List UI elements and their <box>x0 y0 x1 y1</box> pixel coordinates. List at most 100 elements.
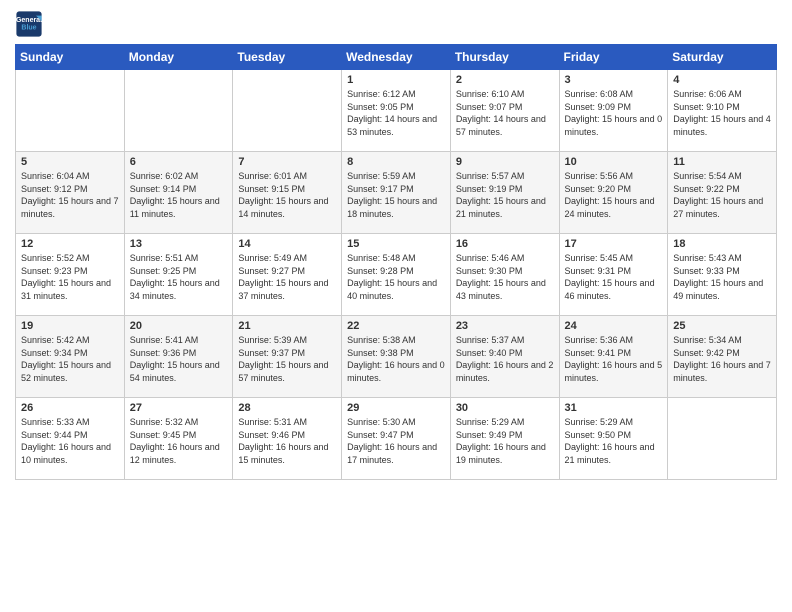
calendar-week-2: 12 Sunrise: 5:52 AMSunset: 9:23 PMDayligh… <box>16 234 777 316</box>
day-number: 7 <box>238 156 336 168</box>
calendar-cell: 28 Sunrise: 5:31 AMSunset: 9:46 PMDayligh… <box>233 398 342 480</box>
calendar-cell: 7 Sunrise: 6:01 AMSunset: 9:15 PMDaylight… <box>233 152 342 234</box>
day-info: Sunrise: 5:46 AMSunset: 9:30 PMDaylight:… <box>456 252 554 302</box>
calendar-cell: 10Sunrise: 5:56 AMSunset: 9:20 PMDayligh… <box>559 152 668 234</box>
calendar-header-row: SundayMondayTuesdayWednesdayThursdayFrid… <box>16 45 777 70</box>
logo: General Blue <box>15 10 47 38</box>
day-number: 14 <box>238 238 336 250</box>
day-number: 3 <box>565 74 663 86</box>
svg-text:General: General <box>16 17 42 24</box>
day-number: 26 <box>21 402 119 414</box>
calendar-cell: 8 Sunrise: 5:59 AMSunset: 9:17 PMDaylight… <box>342 152 451 234</box>
day-number: 2 <box>456 74 554 86</box>
day-info: Sunrise: 6:01 AMSunset: 9:15 PMDaylight:… <box>238 170 336 220</box>
day-info: Sunrise: 5:33 AMSunset: 9:44 PMDaylight:… <box>21 416 119 466</box>
calendar-week-4: 26 Sunrise: 5:33 AMSunset: 9:44 PMDayligh… <box>16 398 777 480</box>
calendar-cell: 3 Sunrise: 6:08 AMSunset: 9:09 PMDaylight… <box>559 70 668 152</box>
calendar-cell: 22Sunrise: 5:38 AMSunset: 9:38 PMDayligh… <box>342 316 451 398</box>
day-info: Sunrise: 5:29 AMSunset: 9:50 PMDaylight:… <box>565 416 663 466</box>
calendar-cell: 1 Sunrise: 6:12 AMSunset: 9:05 PMDaylight… <box>342 70 451 152</box>
page-header: General Blue <box>15 10 777 38</box>
calendar-cell: 24 Sunrise: 5:36 AMSunset: 9:41 PMDayligh… <box>559 316 668 398</box>
calendar-cell <box>668 398 777 480</box>
day-number: 8 <box>347 156 445 168</box>
header-tuesday: Tuesday <box>233 45 342 70</box>
day-number: 30 <box>456 402 554 414</box>
calendar-cell: 9 Sunrise: 5:57 AMSunset: 9:19 PMDaylight… <box>450 152 559 234</box>
day-number: 1 <box>347 74 445 86</box>
calendar-cell: 18 Sunrise: 5:43 AMSunset: 9:33 PMDayligh… <box>668 234 777 316</box>
day-info: Sunrise: 5:59 AMSunset: 9:17 PMDaylight:… <box>347 170 445 220</box>
calendar-cell: 16 Sunrise: 5:46 AMSunset: 9:30 PMDayligh… <box>450 234 559 316</box>
day-number: 20 <box>130 320 228 332</box>
day-info: Sunrise: 6:06 AMSunset: 9:10 PMDaylight:… <box>673 88 771 138</box>
calendar-cell: 29 Sunrise: 5:30 AMSunset: 9:47 PMDayligh… <box>342 398 451 480</box>
header-friday: Friday <box>559 45 668 70</box>
calendar-week-1: 5Sunrise: 6:04 AMSunset: 9:12 PMDaylight… <box>16 152 777 234</box>
day-info: Sunrise: 5:51 AMSunset: 9:25 PMDaylight:… <box>130 252 228 302</box>
day-number: 5 <box>21 156 119 168</box>
day-info: Sunrise: 5:38 AMSunset: 9:38 PMDaylight:… <box>347 334 445 384</box>
header-monday: Monday <box>124 45 233 70</box>
day-info: Sunrise: 5:56 AMSunset: 9:20 PMDaylight:… <box>565 170 663 220</box>
day-number: 12 <box>21 238 119 250</box>
calendar-cell: 27Sunrise: 5:32 AMSunset: 9:45 PMDayligh… <box>124 398 233 480</box>
calendar-cell <box>124 70 233 152</box>
calendar-cell: 20 Sunrise: 5:41 AMSunset: 9:36 PMDayligh… <box>124 316 233 398</box>
day-info: Sunrise: 5:32 AMSunset: 9:45 PMDaylight:… <box>130 416 228 466</box>
day-info: Sunrise: 6:02 AMSunset: 9:14 PMDaylight:… <box>130 170 228 220</box>
calendar-week-0: 1 Sunrise: 6:12 AMSunset: 9:05 PMDaylight… <box>16 70 777 152</box>
calendar-cell: 13Sunrise: 5:51 AMSunset: 9:25 PMDayligh… <box>124 234 233 316</box>
calendar-cell: 19 Sunrise: 5:42 AMSunset: 9:34 PMDayligh… <box>16 316 125 398</box>
calendar-cell: 5Sunrise: 6:04 AMSunset: 9:12 PMDaylight… <box>16 152 125 234</box>
day-info: Sunrise: 6:12 AMSunset: 9:05 PMDaylight:… <box>347 88 445 138</box>
calendar-cell: 6Sunrise: 6:02 AMSunset: 9:14 PMDaylight… <box>124 152 233 234</box>
day-info: Sunrise: 6:08 AMSunset: 9:09 PMDaylight:… <box>565 88 663 138</box>
day-info: Sunrise: 5:45 AMSunset: 9:31 PMDaylight:… <box>565 252 663 302</box>
day-number: 28 <box>238 402 336 414</box>
day-info: Sunrise: 5:48 AMSunset: 9:28 PMDaylight:… <box>347 252 445 302</box>
day-info: Sunrise: 5:57 AMSunset: 9:19 PMDaylight:… <box>456 170 554 220</box>
header-wednesday: Wednesday <box>342 45 451 70</box>
calendar-cell: 11 Sunrise: 5:54 AMSunset: 9:22 PMDayligh… <box>668 152 777 234</box>
day-number: 25 <box>673 320 771 332</box>
day-number: 11 <box>673 156 771 168</box>
calendar-cell: 15 Sunrise: 5:48 AMSunset: 9:28 PMDayligh… <box>342 234 451 316</box>
day-number: 9 <box>456 156 554 168</box>
day-number: 23 <box>456 320 554 332</box>
day-info: Sunrise: 5:42 AMSunset: 9:34 PMDaylight:… <box>21 334 119 384</box>
day-info: Sunrise: 5:43 AMSunset: 9:33 PMDaylight:… <box>673 252 771 302</box>
day-number: 18 <box>673 238 771 250</box>
day-info: Sunrise: 5:36 AMSunset: 9:41 PMDaylight:… <box>565 334 663 384</box>
calendar-week-3: 19 Sunrise: 5:42 AMSunset: 9:34 PMDayligh… <box>16 316 777 398</box>
day-number: 24 <box>565 320 663 332</box>
calendar-table: SundayMondayTuesdayWednesdayThursdayFrid… <box>15 44 777 480</box>
day-number: 4 <box>673 74 771 86</box>
day-info: Sunrise: 6:10 AMSunset: 9:07 PMDaylight:… <box>456 88 554 138</box>
day-info: Sunrise: 5:52 AMSunset: 9:23 PMDaylight:… <box>21 252 119 302</box>
day-number: 15 <box>347 238 445 250</box>
calendar-cell: 26 Sunrise: 5:33 AMSunset: 9:44 PMDayligh… <box>16 398 125 480</box>
day-number: 19 <box>21 320 119 332</box>
svg-text:Blue: Blue <box>21 25 36 32</box>
day-info: Sunrise: 5:41 AMSunset: 9:36 PMDaylight:… <box>130 334 228 384</box>
day-info: Sunrise: 5:31 AMSunset: 9:46 PMDaylight:… <box>238 416 336 466</box>
day-info: Sunrise: 5:54 AMSunset: 9:22 PMDaylight:… <box>673 170 771 220</box>
calendar-cell: 21Sunrise: 5:39 AMSunset: 9:37 PMDayligh… <box>233 316 342 398</box>
calendar-cell <box>233 70 342 152</box>
calendar-cell: 4 Sunrise: 6:06 AMSunset: 9:10 PMDaylight… <box>668 70 777 152</box>
header-saturday: Saturday <box>668 45 777 70</box>
logo-icon: General Blue <box>15 10 43 38</box>
day-number: 29 <box>347 402 445 414</box>
calendar-cell: 25 Sunrise: 5:34 AMSunset: 9:42 PMDayligh… <box>668 316 777 398</box>
day-number: 17 <box>565 238 663 250</box>
header-thursday: Thursday <box>450 45 559 70</box>
calendar-cell: 31 Sunrise: 5:29 AMSunset: 9:50 PMDayligh… <box>559 398 668 480</box>
calendar-cell: 12 Sunrise: 5:52 AMSunset: 9:23 PMDayligh… <box>16 234 125 316</box>
day-number: 16 <box>456 238 554 250</box>
header-sunday: Sunday <box>16 45 125 70</box>
day-number: 31 <box>565 402 663 414</box>
day-info: Sunrise: 5:34 AMSunset: 9:42 PMDaylight:… <box>673 334 771 384</box>
day-number: 21 <box>238 320 336 332</box>
day-info: Sunrise: 5:30 AMSunset: 9:47 PMDaylight:… <box>347 416 445 466</box>
